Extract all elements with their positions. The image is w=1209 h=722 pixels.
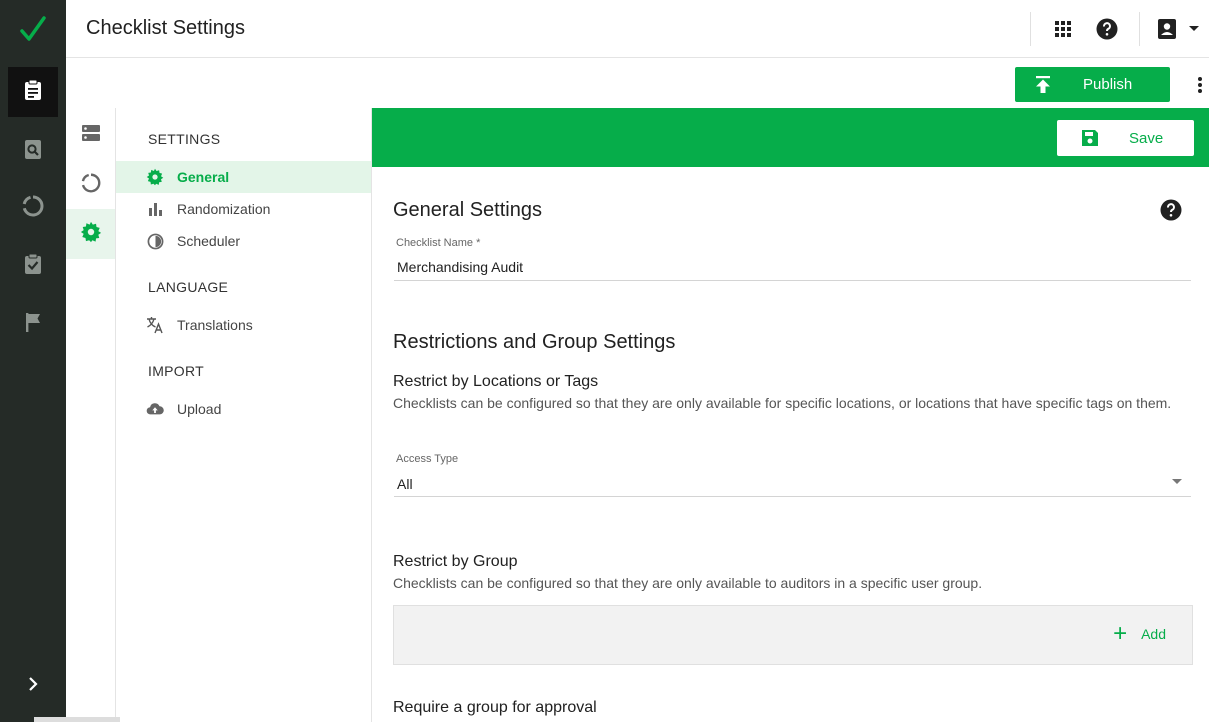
approval-title: Require a group for approval [393,699,597,716]
rail-item-progress[interactable] [8,183,58,233]
settings-nav: SETTINGS General Randomization Scheduler… [116,108,372,722]
nav-heading-settings: SETTINGS [148,131,221,147]
bar-chart-icon [146,200,164,218]
nav-item-label: Upload [177,401,222,417]
subrail-item-progress[interactable] [66,160,115,210]
save-icon [1065,129,1115,147]
gear-icon [80,221,102,248]
clipboard-icon [21,78,45,107]
clipboard-check-icon [21,252,45,281]
more-vertical-icon[interactable] [1190,72,1209,98]
nav-item-upload[interactable]: Upload [116,393,371,425]
page-title: Checklist Settings [86,17,245,39]
nav-item-scheduler[interactable]: Scheduler [116,225,371,257]
circle-progress-icon [80,172,102,199]
group-title: Restrict by Group [393,553,518,570]
caret-down-icon[interactable] [1172,479,1182,484]
subrail-item-builder[interactable] [66,110,115,160]
app-window: Checklist Settings Publish SETTINGS Gene… [0,0,1209,722]
group-list-box: + Add [393,605,1193,665]
expand-rail-button[interactable] [0,664,66,708]
locations-description: Checklists can be configured so that the… [393,395,1172,411]
search-document-icon [21,137,45,166]
access-type-label: Access Type [396,453,459,465]
general-settings-title: General Settings [393,199,542,221]
apps-grid-icon[interactable] [1049,15,1077,43]
action-bar: Publish [66,58,1209,108]
checklist-name-label: Checklist Name * [396,237,481,249]
rail-item-tasks[interactable] [8,241,58,291]
publish-button[interactable]: Publish [1015,67,1170,102]
help-icon[interactable] [1160,199,1182,226]
nav-heading-import: IMPORT [148,363,204,379]
chevron-right-icon [25,676,41,697]
main-content: Save General Settings Checklist Name * M… [372,108,1209,722]
add-label: Add [1141,626,1166,642]
rail-item-reviews[interactable] [8,126,58,176]
nav-item-general[interactable]: General [116,161,371,193]
locations-title: Restrict by Locations or Tags [393,373,599,390]
nav-item-randomization[interactable]: Randomization [116,193,371,225]
server-icon [81,123,101,148]
caret-down-icon[interactable] [1180,15,1208,43]
nav-item-label: Translations [177,317,253,333]
account-icon[interactable] [1153,15,1181,43]
divider [1030,12,1031,46]
translate-icon [146,316,164,334]
divider [1139,12,1140,46]
publish-icon [1015,75,1071,94]
save-button[interactable]: Save [1057,120,1194,156]
subrail-item-settings[interactable] [66,209,115,259]
circle-progress-icon [21,194,45,223]
cloud-upload-icon [146,400,164,418]
checkmark-logo-icon[interactable] [0,0,66,58]
restrictions-title: Restrictions and Group Settings [393,331,676,353]
input-underline [394,280,1191,281]
checklist-name-input[interactable]: Merchandising Audit [397,259,523,275]
horizontal-scrollbar[interactable] [34,717,120,722]
nav-item-label: General [177,169,230,185]
editor-mode-rail [66,108,116,722]
save-label: Save [1129,129,1164,147]
add-group-button[interactable]: + Add [1113,620,1166,647]
select-underline [394,496,1191,497]
plus-icon: + [1113,620,1128,647]
publish-label: Publish [1083,76,1133,93]
nav-heading-language: LANGUAGE [148,279,229,295]
save-bar: Save [372,108,1209,167]
group-description: Checklists can be configured so that the… [393,575,983,591]
access-type-select[interactable]: All [397,476,413,492]
main-navigation-rail [0,0,66,722]
help-icon[interactable] [1093,15,1121,43]
nav-item-translations[interactable]: Translations [116,309,371,341]
rail-item-issues[interactable] [8,299,58,349]
nav-item-label: Randomization [177,201,271,217]
rail-item-checklists[interactable] [8,67,58,117]
nav-item-label: Scheduler [177,233,241,249]
flag-icon [21,310,45,339]
timer-icon [146,232,164,250]
gear-icon [146,168,164,186]
top-bar: Checklist Settings [66,0,1209,58]
